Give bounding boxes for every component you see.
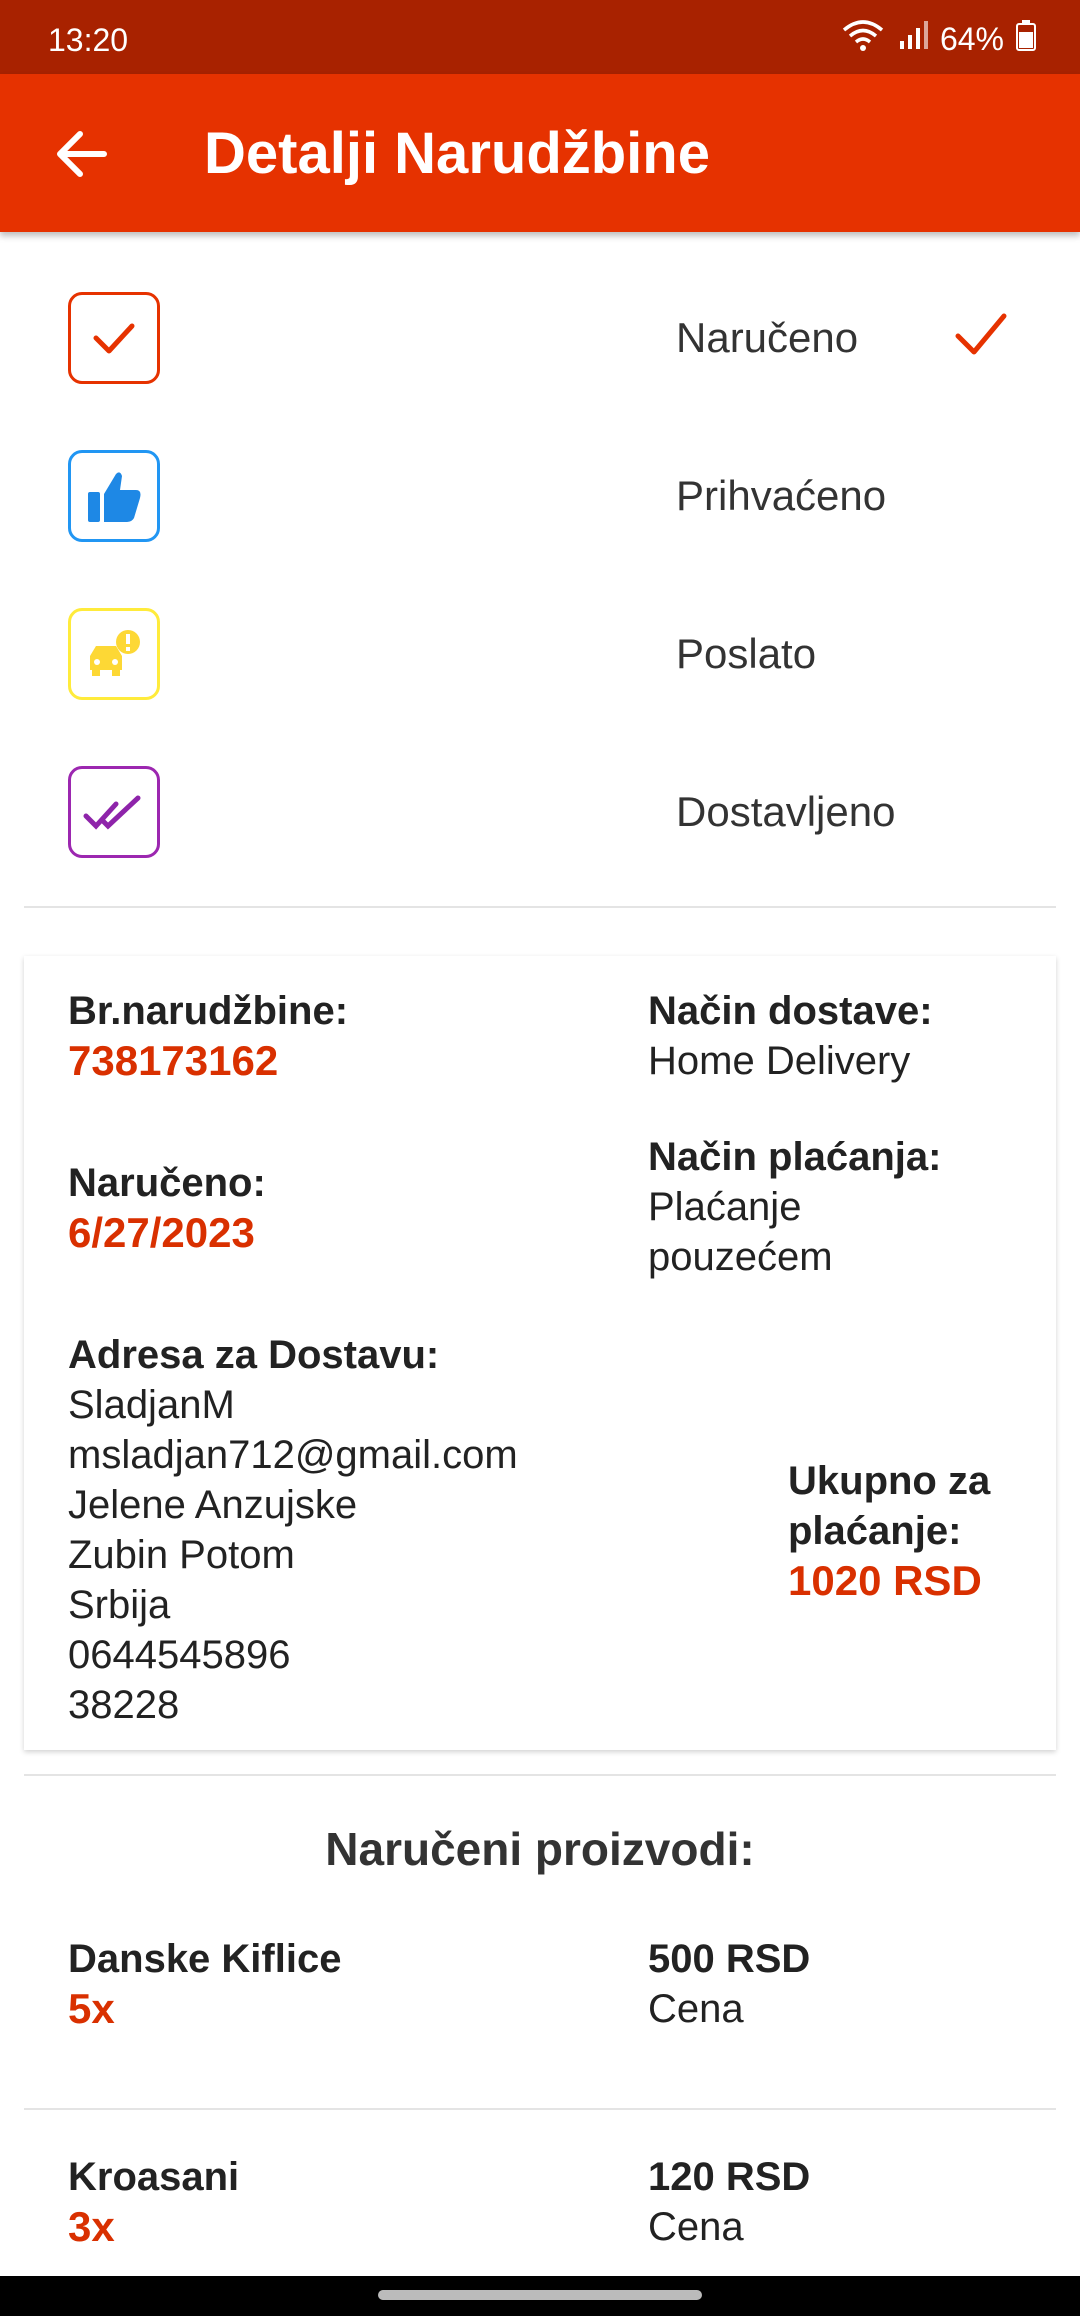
divider [24,1774,1056,1776]
check-icon [955,313,1007,355]
signal-icon [898,19,928,59]
thumbs-up-icon [68,450,160,542]
car-alert-icon [68,608,160,700]
product-price: 120 RSD [648,2155,811,2199]
divider [24,906,1056,908]
address-line: SladjanM [68,1383,235,1427]
payment-method-line2: pouzećem [648,1235,833,1279]
ordered-date: 6/27/2023 [68,1209,255,1256]
product-price-label: Cena [648,1987,744,2031]
app-bar: Detalji Narudžbine [0,74,1080,232]
ordered-products-title: Naručeni proizvodi: [325,1823,755,1875]
address-line: 0644545896 [68,1633,291,1677]
status-row-accepted: Prihvaćeno [0,438,1080,548]
address-label: Adresa za Dostavu: [68,1333,440,1377]
address-line: msladjan712@gmail.com [68,1433,518,1477]
status-label: Prihvaćeno [676,472,887,519]
ordered-date-label: Naručeno: [68,1161,266,1205]
status-label: Poslato [676,630,817,677]
payment-method-line1: Plaćanje [648,1185,802,1229]
delivery-method: Home Delivery [648,1039,911,1083]
address-line: Srbija [68,1583,171,1627]
double-check-icon [68,766,160,858]
product-item: Danske Kiflice 5x 500 RSD Cena [24,1910,1056,2100]
product-price: 500 RSD [648,1937,811,1981]
home-gesture-handle[interactable] [378,2290,702,2300]
status-time: 13:20 [48,22,129,58]
arrow-left-icon [57,131,107,177]
payment-method-label: Način plaćanja: [648,1135,942,1179]
product-qty: 3x [68,2203,115,2250]
divider [24,2108,1056,2110]
status-label: Dostavljeno [676,788,896,835]
product-name: Kroasani [68,2155,240,2199]
status-row-sent: Poslato [0,596,1080,706]
delivery-method-label: Način dostave: [648,989,933,1033]
battery-icon [1016,19,1036,59]
navigation-bar [0,2276,1080,2316]
checkbox-check-icon [68,292,160,384]
battery-percent: 64% [939,20,1004,57]
product-qty: 5x [68,1985,115,2032]
address-line: Jelene Anzujske [68,1483,358,1527]
status-row-delivered: Dostavljeno [0,754,1080,864]
back-button[interactable] [50,122,114,186]
product-price-label: Cena [648,2205,744,2249]
wifi-icon [840,18,886,60]
status-row-ordered: Naručeno [0,280,1080,390]
status-label: Naručeno [676,314,859,361]
status-bar: 13:20 64% [0,0,1080,74]
order-number: 738173162 [68,1037,279,1084]
address-line: Zubin Potom [68,1533,295,1577]
total-label-line2: plaćanje: [788,1509,962,1553]
total-amount: 1020 RSD [788,1557,982,1604]
order-details-card: Br.narudžbine: 738173162 Način dostave: … [24,956,1056,1750]
product-name: Danske Kiflice [68,1937,342,1981]
address-line: 38228 [68,1683,180,1727]
order-number-label: Br.narudžbine: [68,989,349,1033]
page-title: Detalji Narudžbine [204,121,710,186]
status-icons: 64% [840,18,1036,60]
total-label-line1: Ukupno za [788,1459,991,1503]
